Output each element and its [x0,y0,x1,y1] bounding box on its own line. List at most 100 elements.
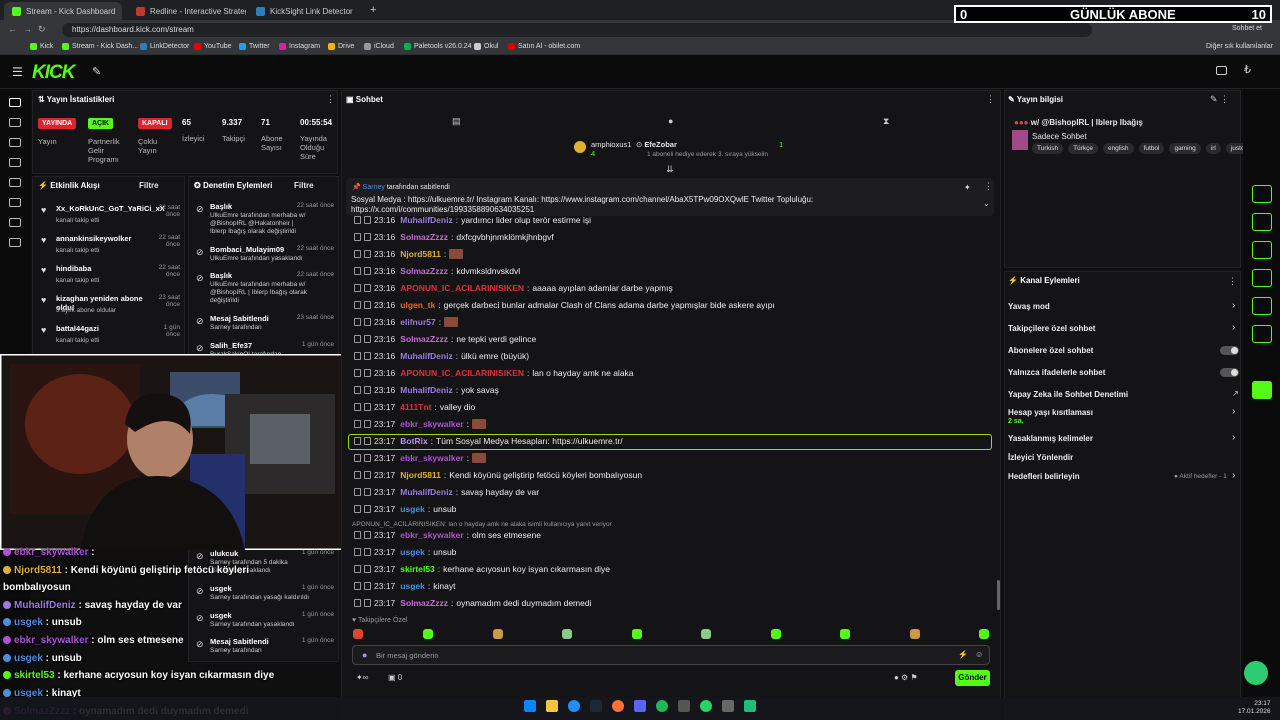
edge-icon[interactable] [568,700,580,712]
stream-tag[interactable]: english [1102,143,1134,154]
mod-timeout-icon[interactable] [364,548,371,556]
mod-delete-icon[interactable] [354,531,361,539]
channel-action-8[interactable]: Hedefleri belirleyin [1008,472,1080,481]
video-nav-icon[interactable] [9,178,21,187]
message-username[interactable]: APONUN_IC_ACILARINISIKEN [400,283,524,293]
mod-delete-icon[interactable] [354,352,361,360]
mod-delete-icon[interactable] [354,369,361,377]
mod-delete-icon[interactable] [354,216,361,224]
windows-start-icon[interactable] [524,700,536,712]
command-icon[interactable]: ⚡ [958,650,968,659]
nav-arrows-icon[interactable]: ←→↻ [8,24,52,35]
chat-message[interactable]: 23:16 SolmazZzzz: kdvmksldnvskdvl [354,264,520,278]
message-username[interactable]: MuhalifDeniz [400,385,452,395]
bookmark-linkdetector[interactable]: LinkDetector [140,43,189,50]
chat-message[interactable]: 23:16 APONUN_IC_ACILARINISIKEN: aaaaa ayıp… [354,281,673,295]
chat-message[interactable]: 23:16 SolmazZzzz: dxfcgvbhjnmklömkjhnbgvf [354,230,554,244]
layout-icon[interactable] [1216,66,1227,75]
mod-delete-icon[interactable] [354,454,361,462]
message-username[interactable]: SolmazZzzz [400,334,448,344]
message-username[interactable]: elifnur57 [400,317,435,327]
channel-action-2[interactable]: Abonelere özel sohbet [1008,346,1093,355]
mod-timeout-icon[interactable] [364,250,371,258]
tab-redline[interactable]: Redline - Interactive Strategic Map [128,2,246,20]
hourglass-icon[interactable]: ⧗ [883,116,889,127]
mod-delete-icon[interactable] [354,284,361,292]
bookmark-stream[interactable]: Stream - Kick Dash... [62,43,138,50]
emote-icon[interactable] [840,629,850,639]
url-field[interactable]: https://dashboard.kick.com/stream [62,23,1092,37]
chat-bubble-icon[interactable]: ● [668,116,673,126]
bookmark-other-users[interactable]: Diğer sık kullanılanlar [1206,43,1273,50]
message-username[interactable]: Njord5811 [400,249,441,259]
message-username[interactable]: ulgen_tk [400,300,435,310]
bookmark-obilet[interactable]: Satın Al - obilet.com [508,43,580,50]
mod-delete-icon[interactable] [354,548,361,556]
profile-button[interactable]: Sohbet et [1232,25,1262,32]
chat-input[interactable] [352,645,990,665]
stream-tag[interactable]: futbol [1138,143,1165,154]
kick-logo[interactable]: KICK [32,62,75,84]
message-username[interactable]: SolmazZzzz [400,232,448,242]
tab-kicksight[interactable]: KickSight Link Detector [248,2,366,20]
message-username[interactable]: skirtel53 [400,564,435,574]
mod-timeout-icon[interactable] [364,582,371,590]
message-username[interactable]: ebkr_skywalker [400,530,463,540]
action-btn-icon[interactable] [1252,241,1272,259]
chat-message[interactable]: 23:16 SolmazZzzz: ne tepki verdi gelince [354,332,536,346]
mod-timeout-icon[interactable] [364,386,371,394]
chat-message[interactable]: 23:16 MuhalifDeniz: ülkü emre (büyük) [354,349,529,363]
action-btn-icon[interactable] [1252,325,1272,343]
chevron-right-icon[interactable]: › [1232,432,1235,443]
bookmark-instagram[interactable]: Instagram [279,43,320,50]
message-username[interactable]: ebkr_skywalker [400,419,463,429]
chat-message[interactable]: 23:17 MuhalifDeniz: savaş hayday de var [354,485,539,499]
action-btn-icon[interactable] [1252,213,1272,231]
mod-timeout-icon[interactable] [364,505,371,513]
chat-menu-icon[interactable]: ⋮ [986,94,995,105]
mod-timeout-icon[interactable] [364,565,371,573]
taskbar-clock[interactable]: 23:17 17.01.2026 [1238,700,1271,716]
emote-icon[interactable] [979,629,989,639]
mod-timeout-icon[interactable] [364,471,371,479]
link-nav-icon[interactable] [9,118,21,127]
chat-message[interactable]: 23:16 ulgen_tk: gerçek darbeci bunlar adma… [354,298,775,312]
new-tab-button[interactable]: + [370,4,376,16]
mod-filter-button[interactable]: Filtre [294,181,314,190]
chat-message[interactable]: 23:17 usgek: unsub [354,502,456,516]
spotify-icon[interactable] [656,700,668,712]
download-nav-icon[interactable] [9,238,21,247]
mod-delete-icon[interactable] [354,599,361,607]
mod-timeout-icon[interactable] [364,454,371,462]
discord-icon[interactable] [634,700,646,712]
activity-filter-button[interactable]: Filtre [139,181,159,190]
trophy-nav-icon[interactable] [9,158,21,167]
mod-timeout-icon[interactable] [364,420,371,428]
expand-chevron-icon[interactable]: ⌄ [983,199,990,208]
whatsapp-icon[interactable] [700,700,712,712]
mod-timeout-icon[interactable] [364,599,371,607]
mod-timeout-icon[interactable] [364,301,371,309]
external-link-icon[interactable]: ↗ [1232,389,1239,398]
gear-nav-icon[interactable] [9,218,21,227]
trash-icon[interactable]: ▤ [452,116,461,127]
emote-icon[interactable] [910,629,920,639]
collapse-icon[interactable]: ⇊ [666,164,674,175]
action-btn-icon[interactable] [1252,269,1272,287]
chat-message[interactable]: 23:17 ebkr_skywalker: olm ses etmesene [354,528,541,542]
mod-timeout-icon[interactable] [364,267,371,275]
steam-icon[interactable] [590,700,602,712]
mod-delete-icon[interactable] [354,233,361,241]
emoji-icon[interactable]: ☺ [975,650,983,659]
toggle-switch[interactable] [1220,368,1239,377]
chat-message[interactable]: 23:17 Njord5811: Kendi köyünü geliştirip f… [354,468,642,482]
channel-action-7[interactable]: İzleyici Yönlendir [1008,453,1073,462]
mod-timeout-icon[interactable] [364,216,371,224]
mod-timeout-icon[interactable] [364,531,371,539]
mod-timeout-icon[interactable] [364,335,371,343]
app-icon[interactable] [722,700,734,712]
mic-icon[interactable]: ● [362,650,367,660]
chevron-right-icon[interactable]: › [1232,470,1235,481]
emote-icon[interactable] [353,629,363,639]
app-icon[interactable] [744,700,756,712]
